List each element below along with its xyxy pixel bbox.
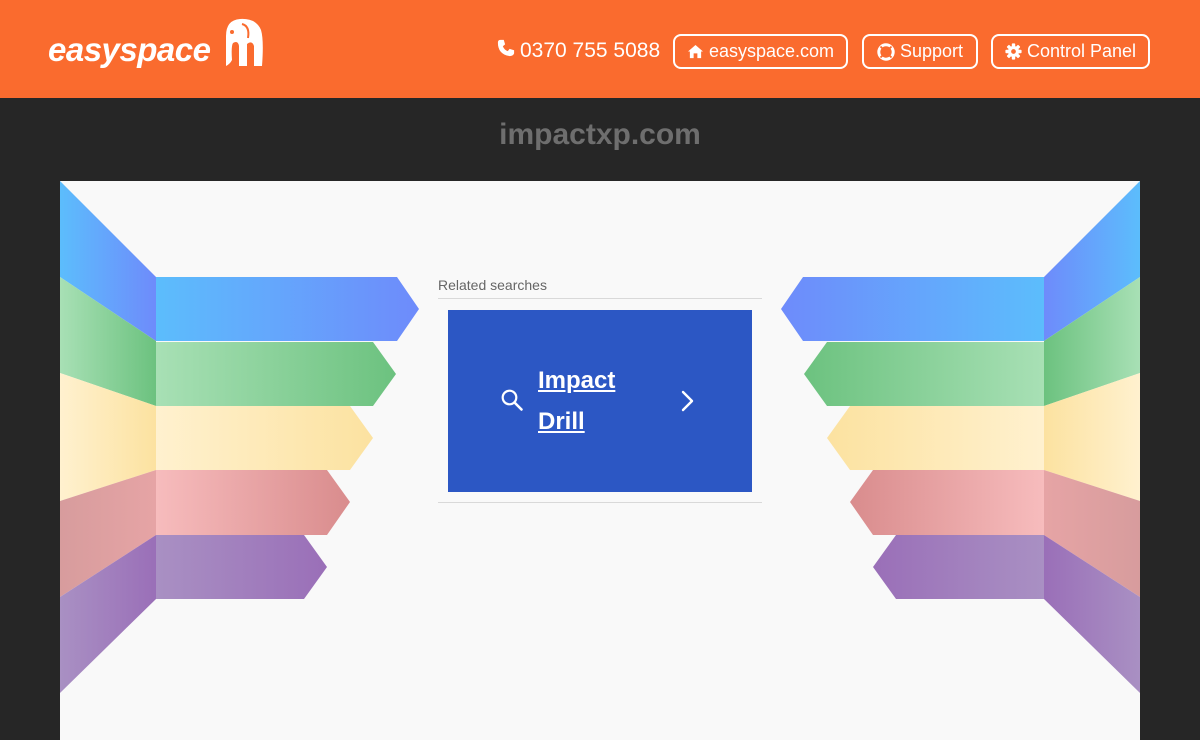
related-searches: Related searches Impact Drill bbox=[438, 277, 762, 503]
related-searches-label: Related searches bbox=[438, 277, 762, 299]
phone-icon bbox=[497, 39, 515, 63]
gear-icon bbox=[1005, 43, 1022, 60]
header: easyspace 0370 755 5088 easyspace.com Su… bbox=[0, 0, 1200, 98]
related-searches-list: Impact Drill bbox=[438, 299, 762, 503]
search-icon bbox=[500, 388, 524, 417]
related-search-link[interactable]: Impact Drill bbox=[448, 310, 752, 492]
phone-number[interactable]: 0370 755 5088 bbox=[497, 39, 660, 63]
home-icon bbox=[687, 44, 704, 59]
elephant-logo-icon bbox=[212, 16, 264, 73]
easyspace-logo[interactable]: easyspace bbox=[48, 14, 264, 74]
control-panel-button[interactable]: Control Panel bbox=[991, 34, 1150, 69]
content-panel: Related searches Impact Drill bbox=[60, 181, 1140, 740]
chevron-right-icon bbox=[680, 390, 694, 417]
domain-title: impactxp.com bbox=[499, 118, 701, 151]
lifebuoy-icon bbox=[877, 42, 895, 61]
support-label: Support bbox=[899, 41, 964, 61]
phone-text: 0370 755 5088 bbox=[520, 39, 661, 62]
easyspace-site-button[interactable]: easyspace.com bbox=[673, 34, 848, 69]
control-panel-label: Control Panel bbox=[1026, 41, 1137, 61]
easyspace-site-label: easyspace.com bbox=[708, 41, 835, 61]
logo-text: easyspace bbox=[48, 31, 211, 68]
support-button[interactable]: Support bbox=[862, 34, 978, 69]
related-search-text: Impact Drill bbox=[538, 367, 616, 435]
